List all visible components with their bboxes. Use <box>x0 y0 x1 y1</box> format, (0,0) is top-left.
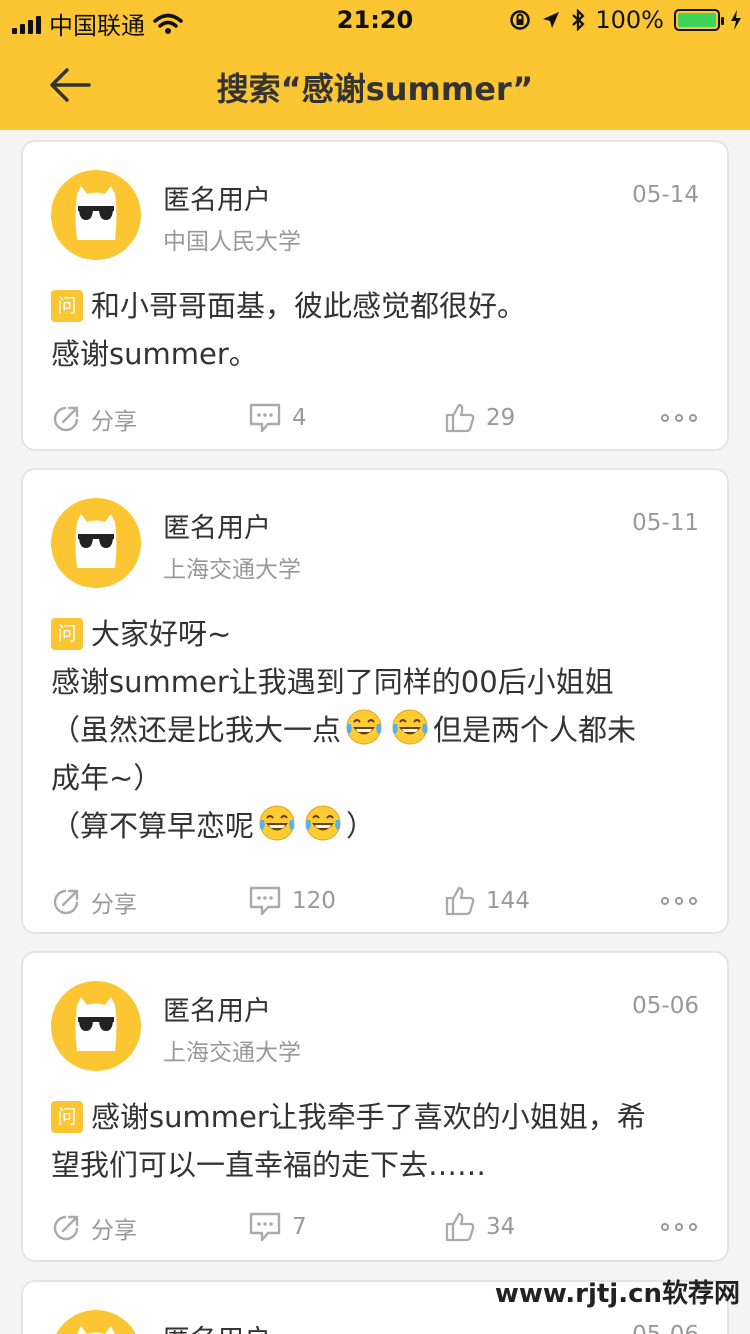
author-name: 匿名用户 <box>163 1318 271 1334</box>
laughing-crying-emoji-icon <box>346 709 382 745</box>
avatar[interactable] <box>51 498 141 588</box>
author-school: 上海交通大学 <box>163 1040 301 1066</box>
post-actions: 分享 4 29 <box>51 402 697 442</box>
comment-icon <box>249 886 281 916</box>
author-name: 匿名用户 <box>163 185 271 216</box>
status-bar: 中国联通 21:20 100% <box>0 0 750 40</box>
nav-bar: 搜索“感谢summer” <box>0 40 750 130</box>
comment-count: 7 <box>292 1214 307 1240</box>
post-body[interactable]: 问和小哥哥面基，彼此感觉都很好。感谢summer。 <box>51 282 701 378</box>
share-label: 分享 <box>91 892 137 918</box>
thumbs-up-icon <box>445 886 475 916</box>
comment-count: 120 <box>292 888 336 914</box>
post-line: （虽然还是比我大一点 但是两个人都未 <box>51 706 701 754</box>
anonymous-avatar-icon <box>77 1326 115 1334</box>
post-date: 05-06 <box>632 993 699 1019</box>
anonymous-avatar-icon <box>75 186 117 240</box>
comment-count: 4 <box>292 405 307 431</box>
post-line: （算不算早恋呢 ） <box>51 802 701 850</box>
share-icon <box>53 889 79 915</box>
thumbs-up-icon <box>445 1212 475 1242</box>
more-options-button[interactable] <box>661 897 697 905</box>
share-icon <box>53 1215 79 1241</box>
comment-button[interactable]: 7 <box>248 1211 307 1243</box>
laughing-crying-emoji-icon <box>392 709 428 745</box>
comment-icon <box>249 403 281 433</box>
watermark: www.rjtj.cn软荐网 <box>494 1279 740 1309</box>
avatar[interactable] <box>51 1310 141 1334</box>
post-actions: 分享 7 34 <box>51 1211 697 1251</box>
question-badge: 问 <box>51 618 83 650</box>
post-body[interactable]: 问大家好呀~ 感谢summer让我遇到了同样的00后小姐姐 （虽然还是比我大一点 但是… <box>51 610 701 850</box>
battery-fill <box>678 13 716 27</box>
post-line: 感谢summer让我遇到了同样的00后小姐姐 <box>51 658 701 706</box>
post-body[interactable]: 问感谢summer让我牵手了喜欢的小姐姐，希望我们可以一直幸福的走下去…… <box>51 1093 701 1189</box>
status-right-group: 100% <box>509 6 742 34</box>
page-title: 搜索“感谢summer” <box>216 70 534 108</box>
laughing-crying-emoji-icon <box>305 805 341 841</box>
post-line: 问感谢summer让我牵手了喜欢的小姐姐，希 <box>51 1093 701 1141</box>
post-card[interactable]: 匿名用户上海交通大学 05-06 问感谢summer让我牵手了喜欢的小姐姐，希望我们… <box>21 951 729 1262</box>
share-button[interactable]: 分享 <box>51 885 137 919</box>
like-button[interactable]: 29 <box>444 402 515 434</box>
post-text: 大家好呀~ <box>91 617 232 651</box>
post-text: （算不算早恋呢 <box>51 809 255 843</box>
post-line: 望我们可以一直幸福的走下去…… <box>51 1141 701 1189</box>
post-line: 成年~） <box>51 754 701 802</box>
like-button[interactable]: 144 <box>444 885 530 917</box>
battery-icon <box>674 9 724 31</box>
anonymous-avatar-icon <box>75 997 117 1051</box>
comment-icon <box>249 1212 281 1242</box>
post-date: 05-11 <box>632 510 699 536</box>
post-text: 但是两个人都未 <box>433 713 637 747</box>
anonymous-avatar-icon <box>75 514 117 568</box>
orientation-lock-icon <box>510 10 531 30</box>
comment-button[interactable]: 4 <box>248 402 307 434</box>
post-text: 望我们可以一直幸福的走下去…… <box>51 1148 487 1182</box>
share-label: 分享 <box>91 1218 137 1244</box>
post-line: 问和小哥哥面基，彼此感觉都很好。 <box>51 282 701 330</box>
like-button[interactable]: 34 <box>444 1211 515 1243</box>
post-text: 感谢summer让我牵手了喜欢的小姐姐，希 <box>91 1100 646 1134</box>
author-name: 匿名用户 <box>163 996 271 1027</box>
more-options-button[interactable] <box>661 1223 697 1231</box>
share-icon <box>53 406 79 432</box>
post-text: 感谢summer。 <box>51 337 258 371</box>
post-text: 和小哥哥面基，彼此感觉都很好。 <box>91 289 527 323</box>
location-icon <box>543 12 560 28</box>
avatar[interactable] <box>51 981 141 1071</box>
share-button[interactable]: 分享 <box>51 402 137 436</box>
post-card[interactable]: 匿名用户中国人民大学 05-14 问和小哥哥面基，彼此感觉都很好。感谢summer。… <box>21 140 729 451</box>
avatar[interactable] <box>51 170 141 260</box>
post-date: 05-06 <box>632 1322 699 1334</box>
post-feed[interactable]: 匿名用户 中国人民大学 05-14 问和小哥哥面基，彼此感觉都很好。 感谢summer。… <box>0 130 750 1334</box>
laughing-crying-emoji-icon <box>259 805 295 841</box>
more-options-button[interactable] <box>661 414 697 422</box>
bluetooth-icon <box>572 9 585 31</box>
post-line: 问大家好呀~ <box>51 610 701 658</box>
comment-button[interactable]: 120 <box>248 885 336 917</box>
question-badge: 问 <box>51 1101 83 1133</box>
post-line: 感谢summer。 <box>51 330 701 378</box>
share-button[interactable]: 分享 <box>51 1211 137 1245</box>
question-badge: 问 <box>51 290 83 322</box>
share-label: 分享 <box>91 409 137 435</box>
post-text: ） <box>346 809 376 843</box>
post-text: 感谢summer让我遇到了同样的00后小姐姐 <box>51 665 614 699</box>
post-text: （虽然还是比我大一点 <box>51 713 342 747</box>
like-count: 29 <box>486 405 516 431</box>
battery-percent: 100% <box>595 6 664 34</box>
author-school: 上海交通大学 <box>163 557 301 583</box>
post-text: 成年~） <box>51 761 163 795</box>
post-date: 05-14 <box>632 182 699 208</box>
like-count: 144 <box>486 888 530 914</box>
charging-icon <box>731 10 741 30</box>
author-school: 中国人民大学 <box>163 229 301 255</box>
author-name: 匿名用户 <box>163 513 271 544</box>
thumbs-up-icon <box>445 403 475 433</box>
post-card[interactable]: 匿名用户上海交通大学 05-11 问大家好呀~ 感谢summer让我遇到了同样的00后… <box>21 468 729 934</box>
post-actions: 分享 120 144 <box>51 885 697 925</box>
like-count: 34 <box>486 1214 516 1240</box>
